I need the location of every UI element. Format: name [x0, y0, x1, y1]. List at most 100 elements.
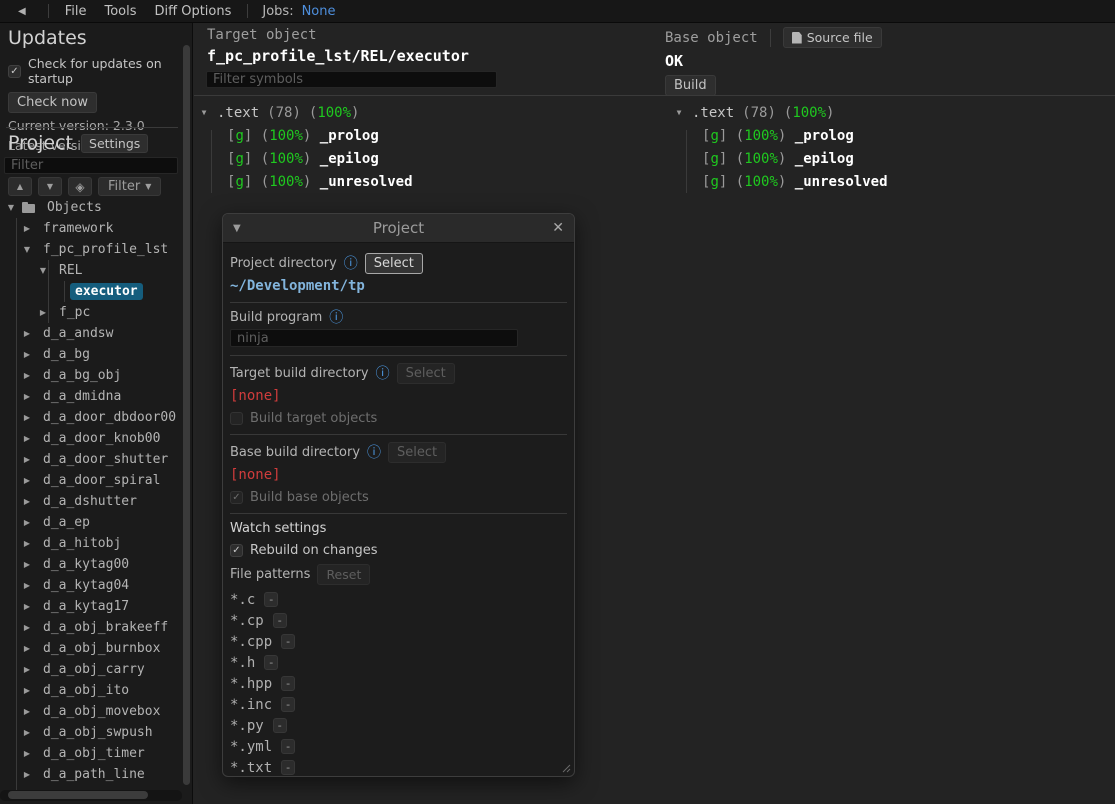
tree-item-d_a_kytag04[interactable]: ▶d_a_kytag04	[0, 575, 182, 596]
tree-item-d_a_obj_burnbox[interactable]: ▶d_a_obj_burnbox	[0, 638, 182, 659]
expand-icon[interactable]: ▶	[22, 539, 32, 548]
tree-item-d_a_bg[interactable]: ▶d_a_bg	[0, 344, 182, 365]
remove-pattern-button[interactable]: -	[281, 634, 295, 649]
collapse-icon[interactable]: ▼	[199, 108, 209, 117]
remove-pattern-button[interactable]: -	[281, 739, 295, 754]
symbol-filter-input[interactable]: Filter symbols	[206, 71, 497, 88]
tree-item-d_a_door_spiral[interactable]: ▶d_a_door_spiral	[0, 470, 182, 491]
remove-pattern-button[interactable]: -	[264, 592, 278, 607]
info-icon[interactable]: ⓘ	[367, 446, 381, 460]
rebuild-on-changes-row[interactable]: ✓ Rebuild on changes	[230, 543, 567, 558]
checkbox-checked-icon[interactable]: ✓	[230, 544, 243, 557]
scrollbar-thumb[interactable]	[8, 791, 148, 799]
remove-pattern-button[interactable]: -	[273, 613, 287, 628]
tree-item-d_a_door_knob00[interactable]: ▶d_a_door_knob00	[0, 428, 182, 449]
section-header[interactable]: ▼.text(78)(100%)	[199, 101, 413, 124]
tree-item-d_a_obj_movebox[interactable]: ▶d_a_obj_movebox	[0, 701, 182, 722]
check-now-button[interactable]: Check now	[8, 92, 97, 113]
expand-icon[interactable]: ▶	[22, 455, 32, 464]
tree-item-d_a_obj_carry[interactable]: ▶d_a_obj_carry	[0, 659, 182, 680]
expand-icon[interactable]: ▶	[22, 413, 32, 422]
settings-button[interactable]: Settings	[81, 134, 148, 153]
source-file-button[interactable]: Source file	[783, 27, 882, 48]
tree-item-d_a_bg_obj[interactable]: ▶d_a_bg_obj	[0, 365, 182, 386]
remove-pattern-button[interactable]: -	[273, 718, 287, 733]
tree-item-framework[interactable]: ▶framework	[0, 218, 182, 239]
symbol-row[interactable]: [g] (100%) _epilog	[674, 147, 888, 170]
expand-icon[interactable]: ▶	[22, 434, 32, 443]
info-icon[interactable]: ⓘ	[329, 311, 343, 325]
project-directory-select-button[interactable]: Select	[365, 253, 423, 274]
sidebar-vertical-scrollbar[interactable]	[183, 45, 190, 785]
tree-item-d_a_door_dbdoor00[interactable]: ▶d_a_door_dbdoor00	[0, 407, 182, 428]
tree-item-d_a_dmidna[interactable]: ▶d_a_dmidna	[0, 386, 182, 407]
collapse-icon[interactable]: ▼	[38, 266, 48, 275]
tree-item-d_a_andsw[interactable]: ▶d_a_andsw	[0, 323, 182, 344]
expand-icon[interactable]: ▶	[22, 560, 32, 569]
expand-icon[interactable]: ▶	[22, 770, 32, 779]
symbol-row[interactable]: [g] (100%) _unresolved	[674, 170, 888, 193]
remove-pattern-button[interactable]: -	[281, 697, 295, 712]
expand-icon[interactable]: ▶	[22, 581, 32, 590]
jobs-none-link[interactable]: None	[302, 4, 336, 19]
expand-icon[interactable]: ▶	[22, 392, 32, 401]
tree-item-d_a_obj_brakeeff[interactable]: ▶d_a_obj_brakeeff	[0, 617, 182, 638]
remove-pattern-button[interactable]: -	[281, 676, 295, 691]
tree-item-d_a_kytag00[interactable]: ▶d_a_kytag00	[0, 554, 182, 575]
menu-diff-options[interactable]: Diff Options	[153, 4, 234, 19]
expand-icon[interactable]: ▶	[22, 749, 32, 758]
close-icon[interactable]: ✕	[550, 220, 564, 236]
tree-item-d_a_door_shutter[interactable]: ▶d_a_door_shutter	[0, 449, 182, 470]
expand-icon[interactable]: ▶	[22, 476, 32, 485]
expand-icon[interactable]: ▶	[22, 329, 32, 338]
expand-icon[interactable]: ▶	[22, 371, 32, 380]
info-icon[interactable]: ⓘ	[344, 257, 358, 271]
collapse-up-button[interactable]: ▲	[8, 177, 32, 196]
remove-pattern-button[interactable]: -	[281, 760, 295, 775]
expand-icon[interactable]: ▶	[22, 644, 32, 653]
expand-icon[interactable]: ▶	[22, 623, 32, 632]
symbol-row[interactable]: [g] (100%) _unresolved	[199, 170, 413, 193]
resize-handle-icon[interactable]	[561, 763, 571, 773]
tree-item-d_a_hitobj[interactable]: ▶d_a_hitobj	[0, 533, 182, 554]
build-program-input[interactable]: ninja	[230, 329, 518, 347]
sidebar-horizontal-scrollbar[interactable]	[0, 790, 182, 801]
expand-icon[interactable]: ▶	[22, 707, 32, 716]
updates-startup-row[interactable]: ✓ Check for updates on startup	[8, 56, 180, 86]
expand-icon[interactable]: ▶	[38, 308, 48, 317]
menu-tools[interactable]: Tools	[102, 4, 138, 19]
collapse-icon[interactable]: ▼	[22, 245, 32, 254]
expand-down-button[interactable]: ▼	[38, 177, 62, 196]
tree-item-d_a_obj_ito[interactable]: ▶d_a_obj_ito	[0, 680, 182, 701]
tree-item-f_pc[interactable]: ▶f_pc	[0, 302, 182, 323]
project-filter-input[interactable]: Filter	[4, 157, 178, 174]
expand-icon[interactable]: ▶	[22, 728, 32, 737]
tree-item-Objects[interactable]: ▼Objects	[0, 197, 182, 218]
expand-icon[interactable]: ▶	[22, 686, 32, 695]
symbol-row[interactable]: [g] (100%) _prolog	[199, 124, 413, 147]
tree-item-REL[interactable]: ▼REL	[0, 260, 182, 281]
tree-item-d_a_path_line[interactable]: ▶d_a_path_line	[0, 764, 182, 785]
filter-dropdown-button[interactable]: Filter ▼	[98, 177, 161, 196]
tree-item-f_pc_profile_lst[interactable]: ▼f_pc_profile_lst	[0, 239, 182, 260]
tree-item-d_a_obj_swpush[interactable]: ▶d_a_obj_swpush	[0, 722, 182, 743]
tree-item-d_a_ep[interactable]: ▶d_a_ep	[0, 512, 182, 533]
tree-item-executor[interactable]: executor	[0, 281, 182, 302]
tree-item-d_a_obj_timer[interactable]: ▶d_a_obj_timer	[0, 743, 182, 764]
tree-item-d_a_dshutter[interactable]: ▶d_a_dshutter	[0, 491, 182, 512]
section-header[interactable]: ▼.text(78)(100%)	[674, 101, 888, 124]
dialog-collapse-icon[interactable]: ▼	[233, 223, 247, 234]
collapse-icon[interactable]: ▼	[6, 203, 16, 212]
build-button[interactable]: Build	[665, 75, 716, 96]
locate-button[interactable]: ◈	[68, 177, 92, 196]
expand-icon[interactable]: ▶	[22, 665, 32, 674]
expand-icon[interactable]: ▶	[22, 518, 32, 527]
expand-icon[interactable]: ▶	[22, 602, 32, 611]
checkbox-checked-icon[interactable]: ✓	[8, 65, 21, 78]
dialog-titlebar[interactable]: ▼ Project ✕	[223, 214, 574, 243]
back-icon[interactable]: ◀	[10, 6, 34, 17]
symbol-row[interactable]: [g] (100%) _prolog	[674, 124, 888, 147]
remove-pattern-button[interactable]: -	[264, 655, 278, 670]
expand-icon[interactable]: ▶	[22, 224, 32, 233]
tree-item-d_a_kytag17[interactable]: ▶d_a_kytag17	[0, 596, 182, 617]
